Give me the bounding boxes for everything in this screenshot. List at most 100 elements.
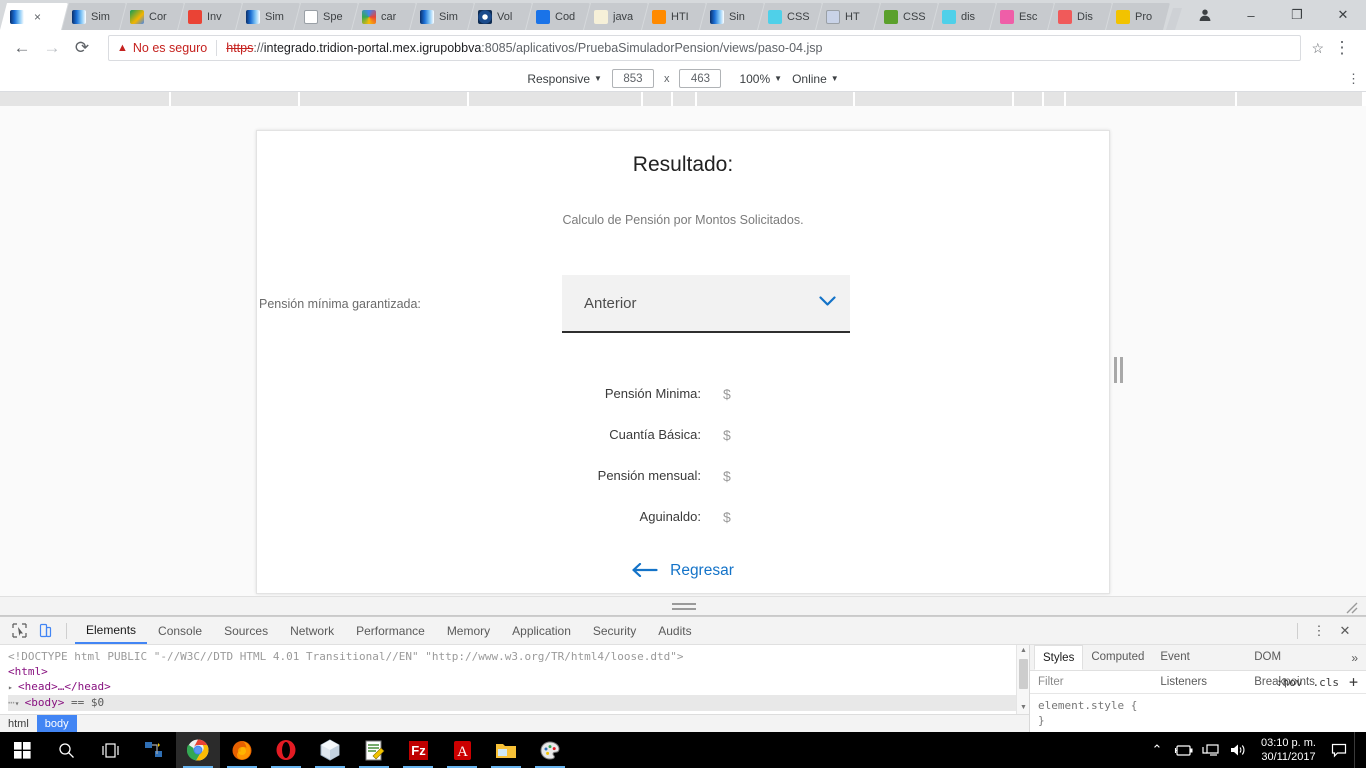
address-bar[interactable]: ▲ No es seguro https :// integrado.tridi… [108, 35, 1302, 61]
device-toolbar-menu-icon[interactable]: ⋮ [1347, 69, 1360, 88]
viewport-width-input[interactable]: 853 [611, 69, 654, 88]
browser-tab-3[interactable]: Inv [178, 3, 242, 30]
cls-toggle[interactable]: .cls [1312, 676, 1339, 689]
battery-icon[interactable] [1172, 744, 1196, 757]
browser-tab-14[interactable]: HT [816, 3, 880, 30]
browser-tab-0[interactable]: × [0, 3, 68, 30]
styles-tab-dom-breakpoints[interactable]: DOM Breakpoints [1246, 645, 1351, 688]
styles-tab-computed[interactable]: Computed [1083, 645, 1152, 670]
browser-tab-9[interactable]: Cod [526, 3, 590, 30]
styles-tab-event-listeners[interactable]: Event Listeners [1152, 645, 1246, 688]
viewport-height-resize-handle[interactable] [672, 603, 696, 610]
chrome-menu-icon[interactable]: ⋮ [1328, 34, 1356, 62]
browser-tab-19[interactable]: Pro [1106, 3, 1170, 30]
bookmark-star-icon[interactable]: ☆ [1307, 40, 1328, 57]
browser-tab-4[interactable]: Sim [236, 3, 300, 30]
devtools-tab-elements[interactable]: Elements [75, 617, 148, 644]
tab-close-icon[interactable]: × [34, 11, 41, 23]
task-view-button[interactable] [88, 732, 132, 768]
browser-tab-1[interactable]: Sim [62, 3, 126, 30]
viewport-corner-resize-handle[interactable] [1344, 600, 1358, 614]
notification-icon[interactable] [1327, 743, 1351, 758]
throttling-selector[interactable]: Online ▼ [792, 72, 839, 86]
dom-line-head[interactable]: ▸ <head>…</head> [8, 679, 1029, 695]
devtools-menu-icon[interactable]: ⋮ [1306, 618, 1332, 644]
styles-overflow-icon[interactable]: » [1351, 651, 1366, 665]
styles-tab-styles[interactable]: Styles [1034, 645, 1084, 670]
devtools-tab-network[interactable]: Network [279, 617, 345, 644]
browser-tab-11[interactable]: HTI [642, 3, 706, 30]
browser-tab-18[interactable]: Dis [1048, 3, 1112, 30]
viewport-resize-bar[interactable] [0, 596, 1366, 616]
reload-icon[interactable]: ⟳ [68, 34, 96, 62]
minimize-button[interactable]: – [1228, 0, 1274, 30]
network-monitor-icon[interactable] [1199, 743, 1223, 757]
element-style-selector: element.style { [1038, 699, 1138, 712]
opera-taskbar-item[interactable] [264, 732, 308, 768]
tray-chevron-icon[interactable]: ⌃ [1145, 742, 1169, 758]
devtools-tab-console[interactable]: Console [147, 617, 213, 644]
taskbar-clock[interactable]: 03:10 p. m. 30/11/2017 [1253, 736, 1324, 764]
scrollbar-thumb[interactable] [1019, 659, 1028, 689]
search-button[interactable] [44, 732, 88, 768]
breadcrumb-item-body[interactable]: body [36, 714, 77, 732]
browser-tab-15[interactable]: CSS [874, 3, 938, 30]
breadcrumb-item-html[interactable]: html [0, 715, 37, 733]
devtools-tab-sources[interactable]: Sources [213, 617, 279, 644]
folder-taskbar-item[interactable] [484, 732, 528, 768]
maximize-button[interactable]: ❐ [1274, 0, 1320, 30]
devtools-tab-memory[interactable]: Memory [436, 617, 501, 644]
styles-filter-input[interactable]: Filter [1038, 676, 1064, 688]
hov-toggle[interactable]: :hov [1276, 676, 1303, 689]
browser-tab-16[interactable]: dis [932, 3, 996, 30]
browser-tab-17[interactable]: Esc [990, 3, 1054, 30]
notepad-taskbar-item[interactable] [352, 732, 396, 768]
blue-gradient-icon [72, 10, 86, 24]
viewport-width-resize-handle[interactable] [1114, 356, 1125, 384]
dom-line-body[interactable]: ⋯▾ <body> == $0 [8, 695, 1029, 711]
device-toolbar-icon[interactable] [32, 618, 58, 644]
arrow-left-icon [632, 561, 658, 581]
firefox-taskbar-item[interactable] [220, 732, 264, 768]
device-selector[interactable]: Responsive ▼ [527, 72, 602, 86]
element-style-rule[interactable]: element.style { } [1030, 694, 1366, 732]
volume-icon[interactable] [1226, 743, 1250, 757]
devtools-tab-security[interactable]: Security [582, 617, 647, 644]
scroll-down-arrow[interactable]: ▼ [1017, 702, 1029, 714]
show-desktop-button[interactable] [1354, 732, 1362, 768]
browser-tab-13[interactable]: CSS [758, 3, 822, 30]
browser-tab-12[interactable]: Sin [700, 3, 764, 30]
start-button[interactable] [0, 732, 44, 768]
devtools-close-icon[interactable]: ✕ [1332, 618, 1358, 644]
inspect-cursor-icon[interactable] [6, 618, 32, 644]
browser-tab-7[interactable]: Sim [410, 3, 474, 30]
dom-line-html[interactable]: <html> [8, 664, 1029, 679]
new-tab-button[interactable] [1166, 8, 1182, 30]
dom-tree-pane[interactable]: <!DOCTYPE html PUBLIC "-//W3C//DTD HTML … [0, 645, 1030, 732]
network-icon[interactable] [132, 732, 176, 768]
browser-tab-8[interactable]: Vol [468, 3, 532, 30]
virtualbox-taskbar-item[interactable] [308, 732, 352, 768]
close-window-button[interactable]: ✕ [1320, 0, 1366, 30]
back-icon[interactable]: ← [8, 34, 36, 62]
security-badge[interactable]: ▲ No es seguro [117, 41, 207, 55]
pdf-taskbar-item[interactable]: A [440, 732, 484, 768]
filezilla-taskbar-item[interactable]: Fz [396, 732, 440, 768]
devtools-tab-audits[interactable]: Audits [647, 617, 702, 644]
pension-select[interactable]: Anterior [562, 275, 850, 333]
paint-taskbar-item[interactable] [528, 732, 572, 768]
chrome-taskbar-item[interactable] [176, 732, 220, 768]
add-rule-button[interactable]: + [1349, 673, 1358, 691]
viewport-height-input[interactable]: 463 [679, 69, 722, 88]
browser-tab-10[interactable]: java [584, 3, 648, 30]
zoom-selector[interactable]: 100% ▼ [739, 72, 782, 86]
devtools-tab-performance[interactable]: Performance [345, 617, 436, 644]
browser-tab-5[interactable]: Spe [294, 3, 358, 30]
profile-icon[interactable] [1182, 0, 1228, 30]
scroll-up-arrow[interactable]: ▲ [1017, 645, 1029, 657]
browser-tab-2[interactable]: Cor [120, 3, 184, 30]
browser-tab-6[interactable]: car [352, 3, 416, 30]
back-link[interactable]: Regresar [257, 537, 1109, 581]
devtools-tab-application[interactable]: Application [501, 617, 582, 644]
forward-icon[interactable]: → [38, 34, 66, 62]
